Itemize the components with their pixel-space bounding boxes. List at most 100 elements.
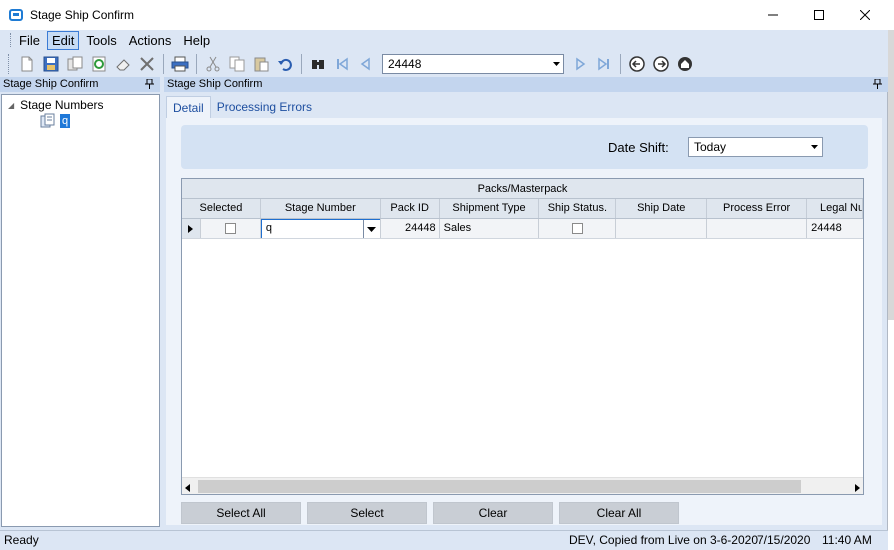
column-header-process-error[interactable]: Process Error — [707, 199, 808, 218]
chevron-down-icon[interactable] — [362, 220, 380, 238]
menu-actions[interactable]: Actions — [124, 31, 177, 50]
toolbar-grip[interactable] — [8, 53, 11, 74]
select-button[interactable]: Select — [307, 502, 427, 524]
menu-grip[interactable] — [10, 33, 13, 47]
status-bar: Ready DEV, Copied from Live on 3-6-2020 … — [0, 530, 888, 550]
ship-status-checkbox[interactable] — [572, 223, 584, 234]
menu-edit[interactable]: Edit — [46, 30, 80, 50]
last-record-button[interactable] — [592, 53, 616, 75]
copy-record-button[interactable] — [63, 53, 87, 75]
back-button[interactable] — [625, 53, 649, 75]
column-header-selected[interactable]: Selected — [182, 199, 261, 218]
date-shift-select[interactable]: Today — [688, 137, 823, 157]
undo-icon — [278, 58, 292, 71]
next-record-button[interactable] — [568, 53, 592, 75]
last-record-icon — [598, 57, 609, 70]
scrollbar-thumb[interactable] — [198, 480, 801, 493]
tree-panel: ◢ Stage Numbers q — [1, 94, 160, 527]
pin-icon[interactable] — [145, 78, 154, 94]
stage-number-cell[interactable]: q — [260, 219, 381, 238]
status-text: Ready — [4, 533, 39, 547]
column-header-ship-status[interactable]: Ship Status. — [539, 199, 617, 218]
save-icon — [43, 56, 59, 71]
legal-number-cell[interactable]: 24448 — [807, 219, 863, 238]
print-button[interactable] — [168, 53, 192, 75]
back-icon — [629, 55, 645, 72]
home-button[interactable] — [673, 53, 697, 75]
toolbar-separator — [196, 53, 197, 74]
toolbar: 24448 — [0, 50, 888, 77]
toolbar-separator — [620, 53, 621, 74]
chevron-down-icon[interactable] — [807, 138, 821, 156]
copy-icon — [229, 56, 245, 71]
table-row[interactable]: q 24448 Sales 24448 — [182, 219, 863, 239]
new-button[interactable] — [15, 53, 39, 75]
save-button[interactable] — [39, 53, 63, 75]
app-window: Stage Ship Confirm File Edit Tools Actio… — [0, 0, 888, 550]
title-bar: Stage Ship Confirm — [0, 0, 888, 30]
column-header-pack-id[interactable]: Pack ID — [381, 199, 440, 218]
pack-id-cell[interactable]: 24448 — [381, 219, 440, 238]
tree-item[interactable]: q — [40, 113, 71, 129]
pin-icon[interactable] — [873, 78, 882, 94]
date-shift-label: Date Shift: — [608, 140, 669, 155]
minimize-icon — [768, 14, 778, 16]
maximize-button[interactable] — [796, 0, 842, 30]
forward-button[interactable] — [649, 53, 673, 75]
copy-button[interactable] — [225, 53, 249, 75]
minimize-button[interactable] — [750, 0, 796, 30]
menu-help[interactable]: Help — [178, 31, 215, 50]
left-panel-title: Stage Ship Confirm — [3, 78, 99, 90]
select-all-button[interactable]: Select All — [181, 502, 301, 524]
close-button[interactable] — [842, 0, 888, 30]
chevron-down-icon[interactable] — [549, 55, 563, 73]
undo-button[interactable] — [273, 53, 297, 75]
process-error-cell[interactable] — [707, 219, 808, 238]
new-icon — [21, 56, 33, 71]
next-record-icon — [576, 57, 586, 70]
scroll-right-icon[interactable] — [855, 481, 860, 494]
shipment-type-cell[interactable]: Sales — [440, 219, 540, 238]
cut-button[interactable] — [201, 53, 225, 75]
toolbar-separator — [301, 53, 302, 74]
delete-icon — [140, 56, 154, 71]
app-icon — [9, 9, 23, 21]
scroll-left-icon[interactable] — [185, 481, 190, 494]
left-panel-header: Stage Ship Confirm — [0, 77, 160, 92]
previous-record-icon — [360, 57, 370, 70]
first-record-button[interactable] — [330, 53, 354, 75]
refresh-button[interactable] — [87, 53, 111, 75]
tab-processing-errors[interactable]: Processing Errors — [211, 96, 318, 118]
tree-expander-icon[interactable]: ◢ — [8, 101, 14, 110]
status-time: 11:40 AM — [822, 533, 872, 547]
horizontal-scrollbar[interactable] — [182, 477, 863, 494]
find-icon — [312, 59, 324, 69]
erase-button[interactable] — [111, 53, 135, 75]
paste-button[interactable] — [249, 53, 273, 75]
stage-number-dropdown[interactable]: q — [260, 219, 380, 238]
delete-button[interactable] — [135, 53, 159, 75]
previous-record-button[interactable] — [354, 53, 378, 75]
clear-button[interactable]: Clear — [433, 502, 553, 524]
selected-checkbox[interactable] — [225, 223, 237, 234]
date-shift-value: Today — [694, 140, 727, 154]
selected-cell[interactable] — [201, 219, 261, 238]
tab-detail[interactable]: Detail — [166, 96, 211, 118]
grid-action-buttons: Select All Select Clear Clear All — [181, 502, 685, 524]
tree-root[interactable]: ◢ Stage Numbers — [8, 98, 104, 112]
column-header-legal-number[interactable]: Legal Nu — [807, 199, 863, 218]
ship-status-cell[interactable] — [539, 219, 617, 238]
refresh-icon — [92, 56, 106, 71]
column-header-stage-number[interactable]: Stage Number — [261, 199, 381, 218]
forward-icon — [653, 55, 669, 72]
menu-tools[interactable]: Tools — [81, 31, 121, 50]
find-button[interactable] — [306, 53, 330, 75]
record-selector[interactable]: 24448 — [382, 53, 564, 74]
column-header-ship-date[interactable]: Ship Date — [616, 199, 708, 218]
column-header-shipment-type[interactable]: Shipment Type — [440, 199, 540, 218]
first-record-icon — [337, 57, 348, 70]
clear-all-button[interactable]: Clear All — [559, 502, 679, 524]
ship-date-cell[interactable] — [616, 219, 708, 238]
window-controls — [750, 0, 888, 30]
menu-file[interactable]: File — [14, 31, 45, 50]
